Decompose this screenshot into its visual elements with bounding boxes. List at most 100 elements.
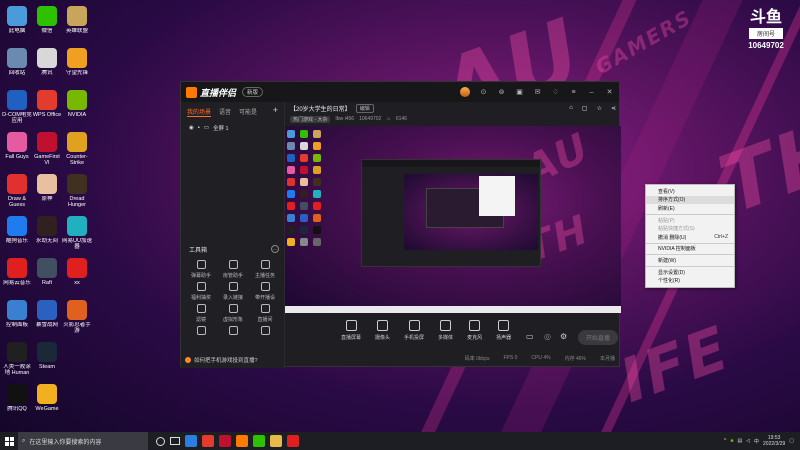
start-button[interactable]: [0, 432, 18, 450]
live-companion-icon[interactable]: [236, 435, 248, 447]
tool-item[interactable]: 滤镜: [185, 304, 217, 326]
desktop-icon[interactable]: [62, 380, 92, 422]
desktop-icon[interactable]: 腾讯QQ: [2, 380, 32, 422]
lock-icon[interactable]: ▪: [198, 125, 200, 131]
minimize-icon[interactable]: –: [587, 88, 596, 97]
tool-item[interactable]: [217, 326, 249, 348]
source-button[interactable]: 麦克风: [467, 320, 482, 341]
desktop-icon[interactable]: 火影忍者手游: [62, 296, 92, 338]
toolbox-icon[interactable]: [287, 435, 299, 447]
eye-icon[interactable]: ◉: [189, 125, 194, 131]
star-icon[interactable]: ☆: [597, 105, 602, 112]
settings-icon[interactable]: ⚙: [560, 332, 567, 341]
source-button[interactable]: 扬声器: [496, 320, 511, 341]
desktop-icon[interactable]: Draw & Guess: [2, 170, 32, 212]
tool-item[interactable]: 弹幕助手: [185, 260, 217, 282]
desktop-icon[interactable]: GameFirst VI: [32, 128, 62, 170]
tool-item[interactable]: [185, 326, 217, 348]
help-link[interactable]: 如何把手机游戏投到直播?: [185, 356, 258, 364]
desktop-icon[interactable]: Fall Guys: [2, 128, 32, 170]
desktop-icon[interactable]: 网易UU加速器: [62, 212, 92, 254]
desktop-icon[interactable]: 暴雪战网: [32, 296, 62, 338]
desktop-icon[interactable]: Dread Hunger: [62, 170, 92, 212]
shop-icon[interactable]: ▣: [515, 88, 524, 97]
desktop-icon[interactable]: [62, 338, 92, 380]
volume-icon[interactable]: ◁: [746, 438, 750, 444]
source-button[interactable]: 手机投屏: [404, 320, 424, 341]
game-icon[interactable]: [219, 435, 231, 447]
more-icon[interactable]: …: [271, 245, 279, 253]
context-menu-item[interactable]: 个性化(R): [646, 276, 734, 285]
desktop-icon[interactable]: 守望先锋: [62, 44, 92, 86]
edit-title-button[interactable]: 编辑: [355, 103, 374, 113]
menu-icon[interactable]: ≡: [569, 88, 578, 97]
bell-icon[interactable]: ♢: [551, 88, 560, 97]
version-badge[interactable]: 新版: [242, 87, 264, 97]
context-menu-item[interactable]: 刷新(E): [646, 204, 734, 213]
wechat-icon[interactable]: [253, 435, 265, 447]
tool-item[interactable]: 虚拟形象: [217, 304, 249, 326]
start-live-button[interactable]: 开始直播: [578, 330, 619, 345]
scene-item[interactable]: ◉ ▪ ▭ 全屏 1: [181, 122, 284, 134]
category-tag[interactable]: 热门游戏 - 大杂: [290, 115, 331, 123]
tool-item[interactable]: 主播任务: [249, 260, 281, 282]
bag-icon[interactable]: ▢: [582, 105, 588, 112]
context-menu-item[interactable]: 显示设置(D): [646, 268, 734, 277]
desktop-icon[interactable]: 永劫无间: [32, 212, 62, 254]
network-icon[interactable]: ▤: [737, 438, 742, 444]
desktop-icon[interactable]: D-COM电竞应用: [2, 86, 32, 128]
eye-icon[interactable]: ◎: [544, 332, 551, 341]
tool-item[interactable]: 直播间: [249, 304, 281, 326]
desktop-icon[interactable]: WPS Office: [32, 86, 62, 128]
wps-icon[interactable]: [202, 435, 214, 447]
desktop-icon[interactable]: 网易云音乐: [2, 254, 32, 296]
desktop-icon[interactable]: WeGame: [32, 380, 62, 422]
desktop-icon[interactable]: Steam: [32, 338, 62, 380]
user-avatar[interactable]: [460, 87, 470, 97]
desktop-icon[interactable]: xx: [62, 254, 92, 296]
mail-icon[interactable]: ✉: [533, 88, 542, 97]
taskbar-search[interactable]: ⌕ 在这里输入你要搜索的内容: [18, 432, 148, 450]
desktop-icon[interactable]: 原神: [32, 170, 62, 212]
desktop-icon[interactable]: 腾讯: [32, 44, 62, 86]
tool-item[interactable]: 带开播设: [249, 282, 281, 304]
tool-item[interactable]: 录入链接: [217, 282, 249, 304]
desktop-icon[interactable]: Raft: [32, 254, 62, 296]
tool-item[interactable]: 福利抽奖: [185, 282, 217, 304]
share-icon[interactable]: ⋖: [611, 105, 616, 112]
desktop-icon[interactable]: Counter-Strike Global Off...: [62, 128, 92, 170]
folder-icon[interactable]: [270, 435, 282, 447]
desktop-icon[interactable]: 人类一败涂地 Human Fa...: [2, 338, 32, 380]
context-menu-item[interactable]: 查看(V): [646, 187, 734, 196]
desktop-icon[interactable]: 英雄联盟: [62, 2, 92, 44]
lock-icon[interactable]: ⌂: [569, 105, 573, 112]
desktop-icon[interactable]: 控制面板: [2, 296, 32, 338]
desktop-icon[interactable]: 回收站: [2, 44, 32, 86]
chevron-up-icon[interactable]: ^: [724, 438, 726, 444]
cortana-icon[interactable]: [156, 436, 165, 446]
gift-icon[interactable]: ⊙: [479, 88, 488, 97]
notification-icon[interactable]: ▢: [789, 438, 794, 444]
task-view-icon[interactable]: [170, 437, 180, 445]
close-icon[interactable]: ✕: [605, 88, 614, 97]
desktop-icon[interactable]: 微信: [32, 2, 62, 44]
tool-item[interactable]: 房管助手: [217, 260, 249, 282]
nvidia-icon[interactable]: ■: [730, 438, 733, 444]
coin-icon[interactable]: ⊚: [497, 88, 506, 97]
record-icon[interactable]: ▭: [526, 332, 534, 341]
source-button[interactable]: 摄像头: [375, 320, 390, 341]
stream-preview[interactable]: AU TH: [285, 126, 621, 313]
tab-my-scenes[interactable]: 我的场景: [187, 107, 212, 117]
add-scene-button[interactable]: +: [273, 106, 278, 117]
tab-other[interactable]: 可能是: [239, 107, 257, 117]
ime-indicator[interactable]: 中: [754, 438, 759, 445]
tool-item[interactable]: [249, 326, 281, 348]
context-menu-item[interactable]: 撤消 删除(U) Ctrl+Z: [646, 233, 734, 242]
context-menu-item[interactable]: 排序方式(O): [646, 195, 734, 205]
context-menu-item[interactable]: NVIDIA 控制面板: [646, 245, 734, 254]
source-button[interactable]: 直播屏幕: [341, 320, 361, 341]
browser-icon[interactable]: [185, 435, 197, 447]
desktop-icon[interactable]: 此电脑: [2, 2, 32, 44]
clock[interactable]: 19:53 2022/3/29: [763, 435, 785, 447]
tab-voice[interactable]: 语音: [219, 107, 231, 117]
